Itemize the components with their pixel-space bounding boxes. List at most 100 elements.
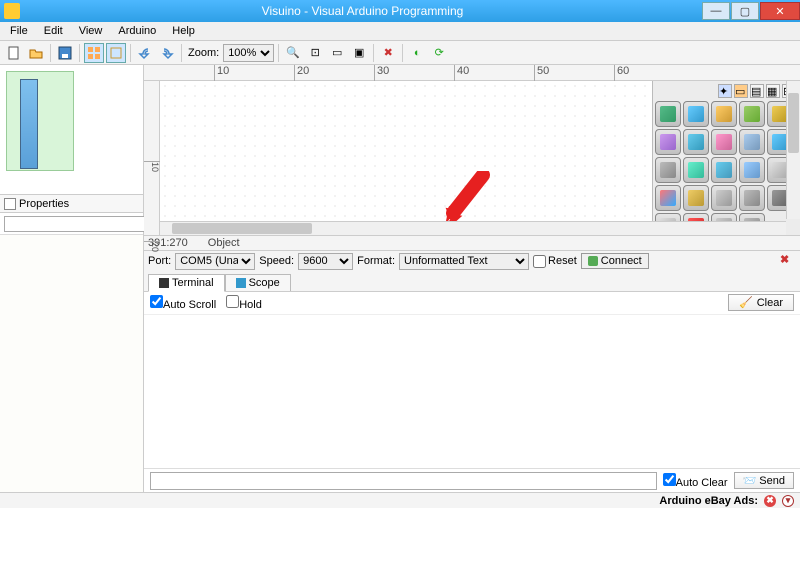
toolbox-category-analog[interactable] <box>683 157 709 183</box>
undo-button[interactable] <box>135 43 155 63</box>
autoscroll-checkbox[interactable] <box>150 295 163 308</box>
upload-button[interactable]: ⟳ <box>429 43 449 63</box>
toolbox-category-filters[interactable] <box>739 185 765 211</box>
properties-filter-input[interactable] <box>4 216 152 232</box>
autoscroll-label: Auto Scroll <box>163 299 216 311</box>
left-panel: Properties 📁 📂 ▦ 📌 <box>0 65 144 492</box>
toolbox-category-binary[interactable] <box>711 129 737 155</box>
grid-button[interactable] <box>84 43 104 63</box>
speed-select[interactable]: 9600 <box>298 253 353 270</box>
ruler-vertical: 10 20 <box>144 81 160 235</box>
open-button[interactable] <box>26 43 46 63</box>
toolbox-category-gates[interactable] <box>711 101 737 127</box>
tab-terminal[interactable]: Terminal <box>148 274 225 292</box>
properties-header: Properties <box>0 195 143 213</box>
minimize-button[interactable]: — <box>702 2 730 20</box>
properties-body <box>0 235 143 492</box>
tab-scope[interactable]: Scope <box>225 274 291 291</box>
properties-toolbar: 📁 📂 ▦ 📌 <box>0 213 143 235</box>
snap-button[interactable] <box>106 43 126 63</box>
ads-close-icon[interactable]: ✖ <box>764 495 776 507</box>
overview-panel[interactable] <box>0 65 143 195</box>
zoom-in-icon: 🔍 <box>286 46 300 59</box>
menu-bar: File Edit View Arduino Help <box>0 22 800 41</box>
autoclear-checkbox[interactable] <box>663 473 676 486</box>
speed-label: Speed: <box>259 255 294 267</box>
component-toolbox: ✦ ▭ ▤ ▦ ⊞ <box>652 81 800 235</box>
autoclear-label: Auto Clear <box>676 477 728 489</box>
toolbox-btn-4[interactable]: ▦ <box>766 84 780 98</box>
properties-pin-icon[interactable] <box>4 198 16 210</box>
properties-title: Properties <box>19 198 69 210</box>
ruler-horizontal: 10 20 30 40 50 60 <box>144 65 800 81</box>
object-label: Object <box>208 237 240 249</box>
zoom-actual-button[interactable]: ▭ <box>327 43 347 63</box>
toolbox-category-converters[interactable] <box>655 129 681 155</box>
hold-label: Hold <box>239 299 262 311</box>
toolbox-category-memory[interactable] <box>739 101 765 127</box>
menu-arduino[interactable]: Arduino <box>112 23 162 39</box>
menu-view[interactable]: View <box>73 23 109 39</box>
zoom-area-button[interactable]: ▣ <box>349 43 369 63</box>
send-icon: 📨 <box>743 474 757 487</box>
close-serial-button[interactable]: ✖ <box>780 253 796 269</box>
center-area: 10 20 30 40 50 60 10 20 <box>144 65 800 492</box>
toolbox-category-digital[interactable] <box>739 157 765 183</box>
toolbox-category-unsigned[interactable] <box>655 157 681 183</box>
toolbox-category-datetime[interactable] <box>683 185 709 211</box>
zoom-actual-icon: ▭ <box>332 46 342 59</box>
clear-button[interactable]: 🧹Clear <box>728 294 794 311</box>
menu-file[interactable]: File <box>4 23 34 39</box>
terminal-output <box>144 314 800 469</box>
menu-edit[interactable]: Edit <box>38 23 69 39</box>
new-button[interactable] <box>4 43 24 63</box>
profile-button[interactable]: ◐ <box>407 43 427 63</box>
broom-icon: 🧹 <box>739 296 753 309</box>
toolbox-btn-1[interactable]: ✦ <box>718 84 732 98</box>
main-toolbar: Zoom: 50%75%100%150%200% 🔍 ⊡ ▭ ▣ ✖ ◐ ⟳ <box>0 41 800 65</box>
overview-viewport[interactable] <box>6 71 74 171</box>
menu-help[interactable]: Help <box>166 23 201 39</box>
format-label: Format: <box>357 255 395 267</box>
redo-button[interactable] <box>157 43 177 63</box>
connect-button[interactable]: Connect <box>581 253 649 269</box>
save-button[interactable] <box>55 43 75 63</box>
canvas-vscroll[interactable] <box>786 81 800 219</box>
toolbox-category-synchro[interactable] <box>711 157 737 183</box>
ads-label: Arduino eBay Ads: <box>659 495 758 507</box>
reset-checkbox[interactable] <box>533 255 546 268</box>
zoom-in-button[interactable]: 🔍 <box>283 43 303 63</box>
toolbox-category-math[interactable] <box>683 101 709 127</box>
zoom-area-icon: ▣ <box>354 46 364 59</box>
terminal-options: Auto Scroll Hold 🧹Clear <box>144 292 800 314</box>
overview-component <box>20 79 38 169</box>
maximize-button[interactable]: ▢ <box>731 2 759 20</box>
profile-icon: ◐ <box>414 47 421 59</box>
toolbox-category-color[interactable] <box>655 185 681 211</box>
reset-label: Reset <box>548 255 577 267</box>
zoom-fit-button[interactable]: ⊡ <box>305 43 325 63</box>
toolbox-category-data-sources[interactable] <box>655 101 681 127</box>
delete-icon: ✖ <box>384 46 393 59</box>
serial-tabs: Terminal Scope <box>144 272 800 292</box>
toolbox-category-complex[interactable] <box>739 129 765 155</box>
toolbox-btn-2[interactable]: ▭ <box>734 84 748 98</box>
toolbox-category-integer[interactable] <box>683 129 709 155</box>
format-select[interactable]: Unformatted Text <box>399 253 529 270</box>
send-input[interactable] <box>150 472 657 490</box>
send-button[interactable]: 📨Send <box>734 472 794 489</box>
canvas-hscroll[interactable] <box>160 221 786 235</box>
design-canvas[interactable]: Arduino Uno Serial[0]InOutSendingDigital… <box>160 81 800 235</box>
ads-expand-icon[interactable]: ▾ <box>782 495 794 507</box>
toolbox-btn-3[interactable]: ▤ <box>750 84 764 98</box>
window-title: Visuino - Visual Arduino Programming <box>24 4 701 18</box>
canvas-status: 391:270 Object <box>144 235 800 250</box>
close-button[interactable]: ✕ <box>760 2 800 20</box>
serial-config-row: Port: COM5 (Unava Speed: 9600 Format: Un… <box>144 250 800 272</box>
port-select[interactable]: COM5 (Unava <box>175 253 255 270</box>
toolbox-category-generators[interactable] <box>711 185 737 211</box>
zoom-select[interactable]: 50%75%100%150%200% <box>223 44 274 62</box>
footer-bar: Arduino eBay Ads: ✖ ▾ <box>0 492 800 508</box>
delete-button[interactable]: ✖ <box>378 43 398 63</box>
hold-checkbox[interactable] <box>226 295 239 308</box>
